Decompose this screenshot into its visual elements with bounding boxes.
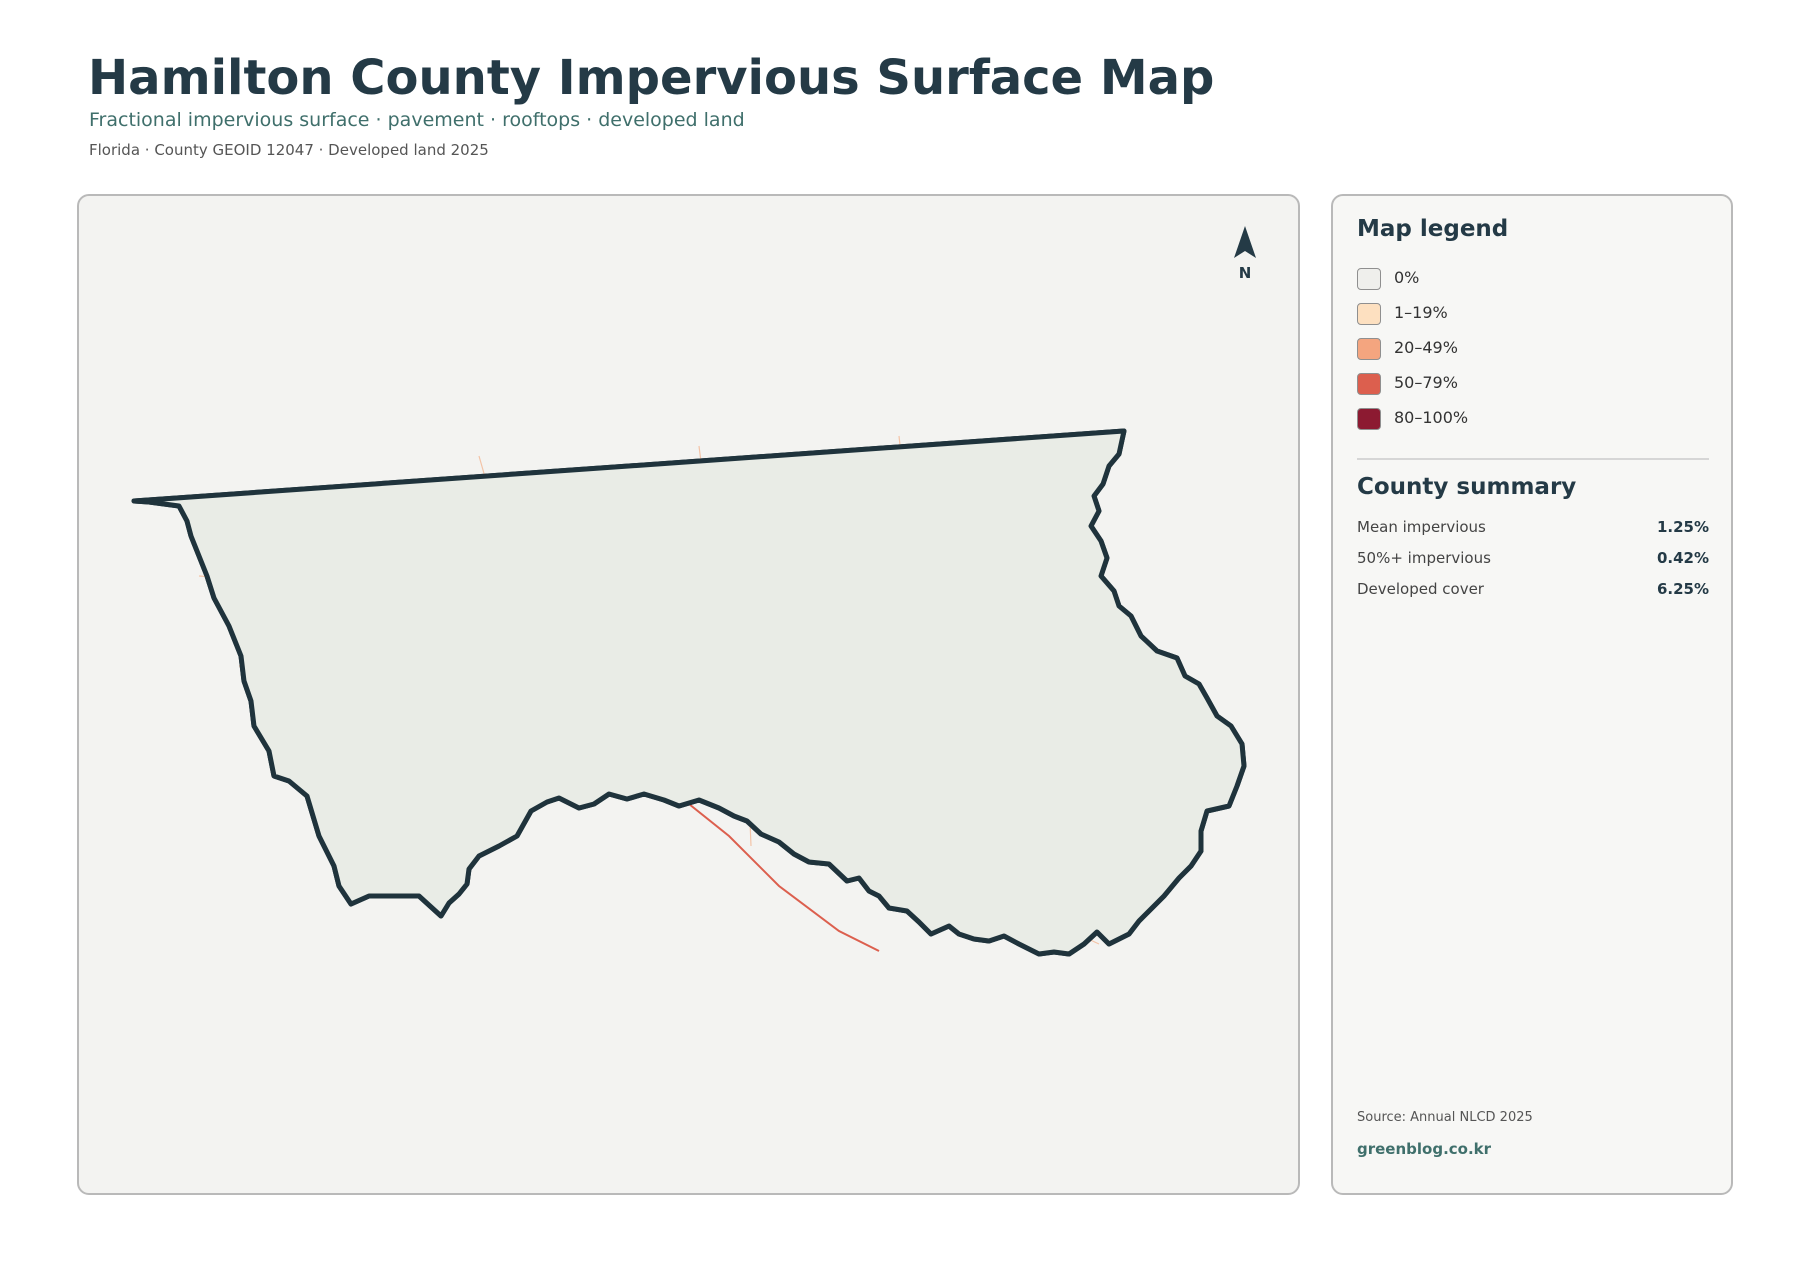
legend-label: 80–100% — [1394, 408, 1469, 427]
legend-divider — [1357, 458, 1709, 460]
summary-row: 50%+ impervious 0.42% — [1357, 549, 1709, 571]
page-meta: Florida · County GEOID 12047 · Developed… — [89, 141, 489, 159]
page-subtitle: Fractional impervious surface · pavement… — [89, 109, 745, 131]
legend-swatch — [1357, 268, 1381, 290]
north-arrow: N — [1223, 224, 1267, 284]
summary-label: 50%+ impervious — [1357, 549, 1491, 567]
north-arrow-icon — [1234, 226, 1256, 258]
summary-title: County summary — [1357, 474, 1577, 500]
summary-value: 6.25% — [1656, 580, 1709, 598]
brand-link[interactable]: greenblog.co.kr — [1357, 1140, 1491, 1158]
summary-row: Mean impervious 1.25% — [1357, 518, 1709, 540]
legend-label: 0% — [1394, 268, 1420, 287]
legend-label: 20–49% — [1394, 338, 1458, 357]
source-note: Source: Annual NLCD 2025 — [1357, 1110, 1533, 1125]
legend-title: Map legend — [1357, 216, 1509, 242]
legend-swatch — [1357, 373, 1381, 395]
summary-value: 1.25% — [1656, 518, 1709, 536]
legend-swatch — [1357, 303, 1381, 325]
summary-label: Developed cover — [1357, 580, 1484, 598]
page-title: Hamilton County Impervious Surface Map — [88, 50, 1215, 106]
legend-swatch — [1357, 338, 1381, 360]
summary-value: 0.42% — [1656, 549, 1709, 567]
legend-label: 50–79% — [1394, 373, 1458, 392]
summary-label: Mean impervious — [1357, 518, 1486, 536]
county-map[interactable] — [79, 196, 1300, 1195]
legend-panel: Map legend 0% 1–19% 20–49% 50–79% 80–100… — [1331, 194, 1733, 1195]
legend-swatch — [1357, 408, 1381, 430]
summary-row: Developed cover 6.25% — [1357, 580, 1709, 602]
legend-label: 1–19% — [1394, 303, 1448, 322]
map-panel[interactable]: N — [77, 194, 1300, 1195]
north-label: N — [1238, 264, 1252, 282]
